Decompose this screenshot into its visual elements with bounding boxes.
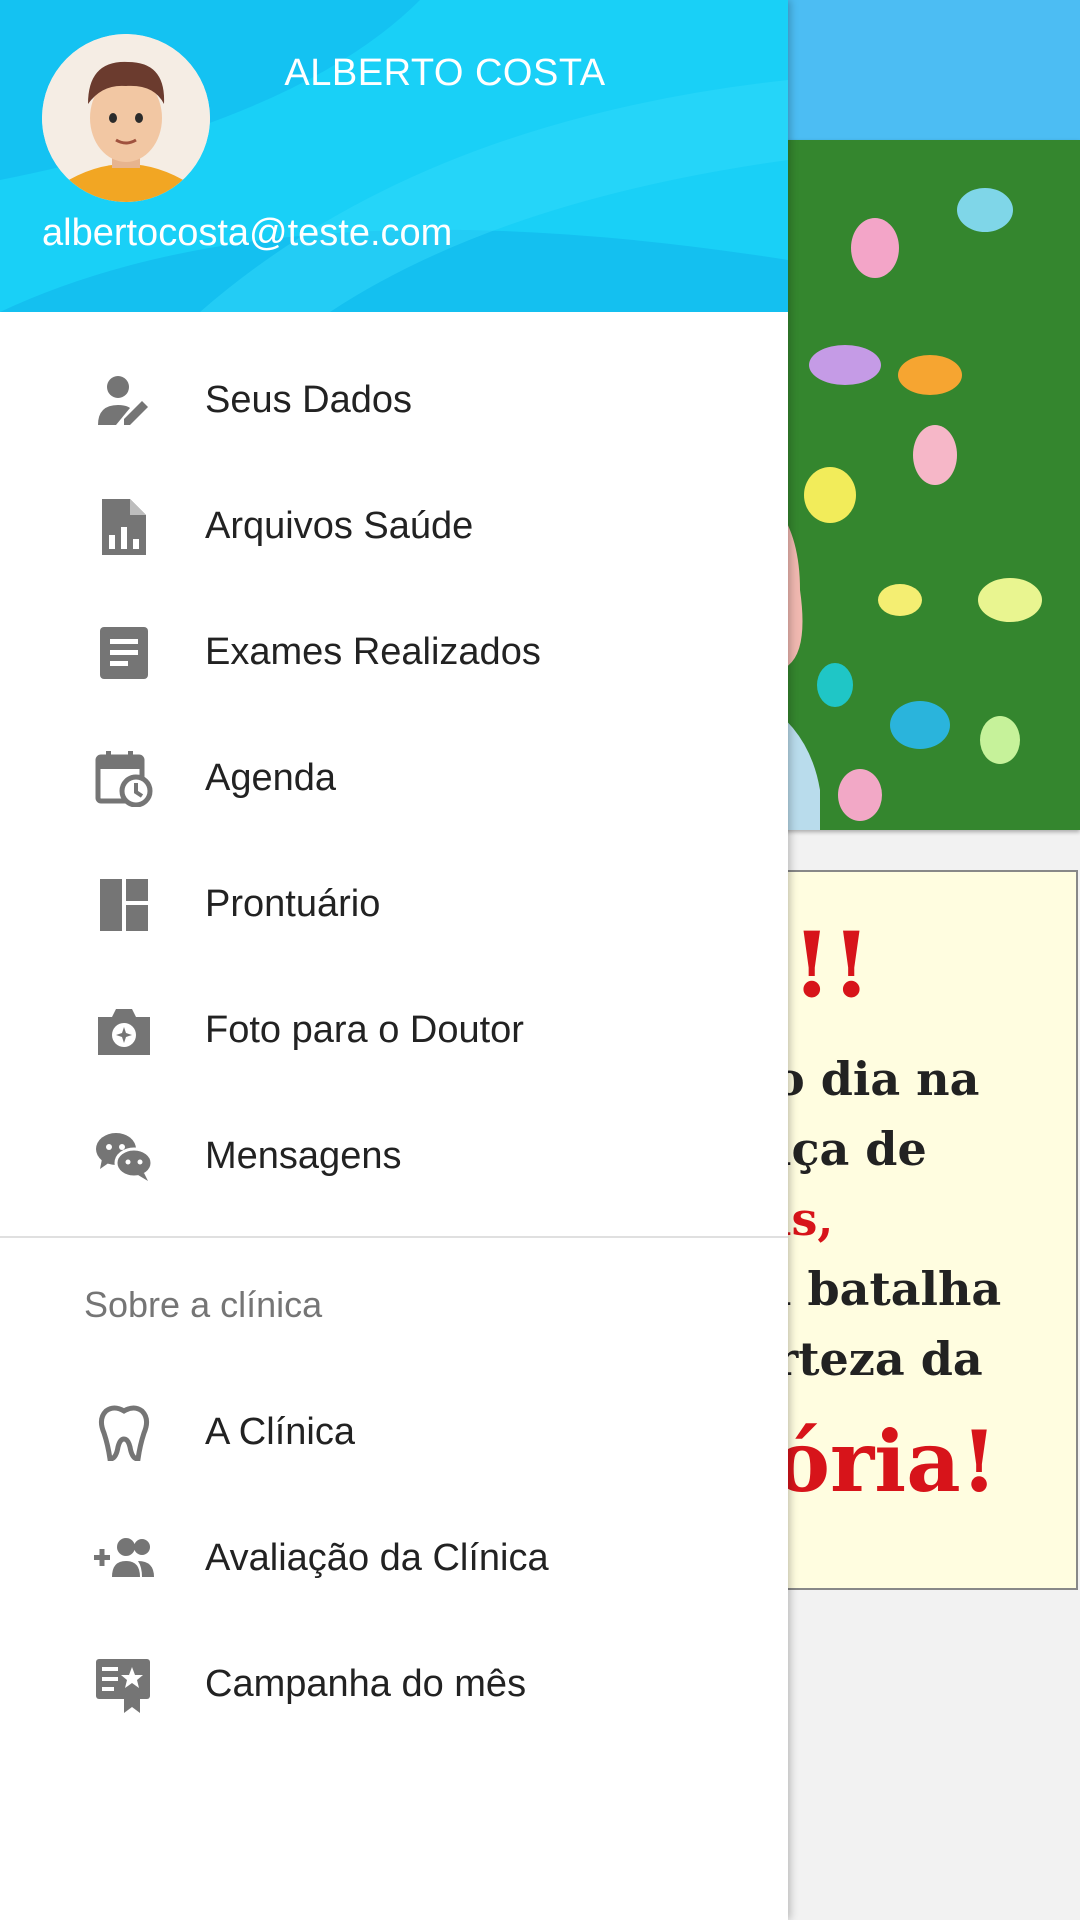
menu-item-label: Mensagens bbox=[205, 1134, 402, 1177]
avatar[interactable] bbox=[42, 34, 210, 202]
calendar-clock-icon bbox=[95, 751, 153, 807]
tooth-icon bbox=[98, 1405, 150, 1461]
user-name: ALBERTO COSTA bbox=[284, 52, 606, 94]
menu-item-label: Agenda bbox=[205, 756, 337, 799]
poster-line: ı batalha bbox=[774, 1262, 1002, 1316]
camera-icon bbox=[98, 1009, 150, 1055]
menu-item-arquivos-saude[interactable]: Arquivos Saúde bbox=[0, 463, 788, 589]
poster-line: rteza da bbox=[774, 1332, 983, 1386]
menu-item-label: Prontuário bbox=[205, 882, 381, 925]
main-menu: Seus Dados Arquivos Saúde Exames Realiza… bbox=[0, 337, 788, 1219]
menu-item-label: Foto para o Doutor bbox=[205, 1008, 524, 1051]
menu-item-exames-realizados[interactable]: Exames Realizados bbox=[0, 589, 788, 715]
menu-item-label: Avaliação da Clínica bbox=[205, 1536, 549, 1579]
poster-line: !! bbox=[792, 912, 872, 1018]
poster-line: o dia na bbox=[774, 1052, 980, 1106]
dashboard-icon bbox=[100, 879, 148, 931]
menu-item-foto-para-o-doutor[interactable]: Foto para o Doutor bbox=[0, 967, 788, 1093]
person-edit-icon bbox=[98, 376, 148, 425]
divider bbox=[0, 1236, 788, 1238]
document-icon bbox=[100, 627, 148, 679]
menu-item-label: Seus Dados bbox=[205, 378, 413, 421]
menu-item-avaliacao-da-clinica[interactable]: Avaliação da Clínica bbox=[0, 1495, 788, 1621]
menu-item-label: Exames Realizados bbox=[205, 630, 541, 673]
menu-item-mensagens[interactable]: Mensagens bbox=[0, 1093, 788, 1219]
chat-icon bbox=[96, 1133, 154, 1181]
add-group-icon bbox=[94, 1538, 154, 1577]
menu-item-campanha-do-mes[interactable]: Campanha do mês bbox=[0, 1621, 788, 1747]
campaign-icon bbox=[96, 1659, 150, 1713]
navigation-drawer[interactable]: ALBERTO COSTA albertocosta@teste.com Seu… bbox=[0, 0, 788, 1920]
section-title: Sobre a clínica bbox=[84, 1284, 323, 1325]
menu-item-label: Arquivos Saúde bbox=[205, 504, 474, 547]
menu-item-label: Campanha do mês bbox=[205, 1662, 527, 1705]
file-chart-icon bbox=[102, 499, 146, 555]
menu-item-prontuario[interactable]: Prontuário bbox=[0, 841, 788, 967]
user-email: albertocosta@teste.com bbox=[42, 212, 453, 254]
easter-eggs-image[interactable] bbox=[760, 140, 1080, 830]
faith-poster[interactable]: !! o dia na ıça de ıs, ı batalha rteza d… bbox=[760, 870, 1078, 1590]
menu-item-label: A Clínica bbox=[205, 1410, 355, 1453]
menu-item-agenda[interactable]: Agenda bbox=[0, 715, 788, 841]
poster-line: ória! bbox=[774, 1412, 998, 1511]
drawer-header: ALBERTO COSTA albertocosta@teste.com bbox=[0, 0, 788, 312]
menu-item-a-clinica[interactable]: A Clínica bbox=[0, 1369, 788, 1495]
menu-item-seus-dados[interactable]: Seus Dados bbox=[0, 337, 788, 463]
clinic-menu: A Clínica Avaliação da Clínica Campanha … bbox=[0, 1369, 788, 1747]
poster-line: ıça de bbox=[774, 1122, 927, 1176]
